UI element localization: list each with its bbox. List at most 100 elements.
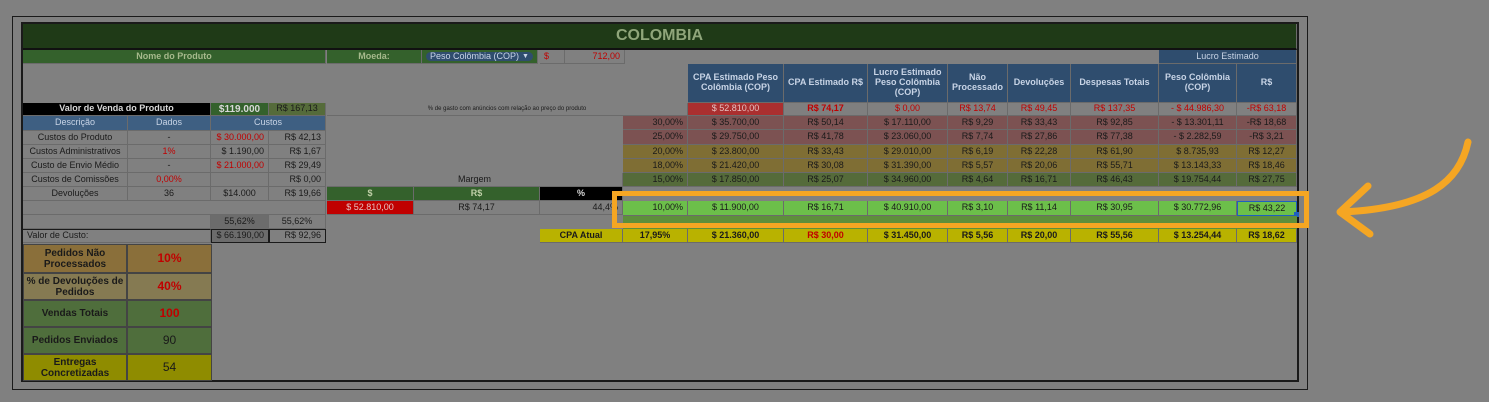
row-lucro: $ 23.060,00 [868,130,948,145]
venda-label: Valor de Venda do Produto [23,103,211,116]
row-desp: R$ 46,43 [1071,173,1159,187]
stat-value[interactable]: 40% [127,273,212,300]
row-desp: R$ 92,85 [1071,116,1159,130]
cost-desc: Devoluções [23,187,128,201]
cpa-atual-lucro: $ 31.450,00 [868,229,948,243]
row-cpa-cop: $ 23.800,00 [688,145,784,159]
row-dev: R$ 27,86 [1008,130,1071,145]
row-peso: - $ 2.282,59 [1159,130,1237,145]
margem-v2: R$ 74,17 [414,201,540,215]
cost-brl: R$ 19,66 [269,187,326,201]
costs-dados-header: Dados [128,116,211,131]
row-pct[interactable]: 15,00% [623,173,688,187]
cost-cop[interactable]: $14.000 [211,187,269,201]
cost-cop[interactable]: $ 21.000,00 [211,159,269,173]
cost-desc: Custo de Envio Médio [23,159,128,173]
margem-label: Margem [327,173,623,187]
row-rs: R$ 12,27 [1237,145,1297,159]
row-peso: $ 19.754,44 [1159,173,1237,187]
first-rs: -R$ 63,18 [1237,103,1297,116]
col-cpa-cop: CPA Estimado Peso Colômbia (COP) [688,64,784,103]
product-name-label: Nome do Produto [23,50,326,64]
row-nao: R$ 6,19 [948,145,1008,159]
currency-dropdown[interactable]: Peso Colômbia (COP) ▼ [422,50,538,64]
arrow-annotation-icon [1336,138,1472,238]
currency-value: Peso Colômbia (COP) [430,50,520,61]
row-rs: -R$ 3,21 [1237,130,1297,145]
stat-value[interactable]: 10% [127,244,212,273]
row-rs: -R$ 18,68 [1237,116,1297,130]
stat-value: 90 [127,327,212,354]
cost-cop[interactable] [211,173,269,187]
pct-b: 55,62% [269,215,326,229]
stat-value[interactable]: 100 [127,300,212,327]
cost-brl: R$ 42,13 [269,131,326,145]
row-pct[interactable]: 18,00% [623,159,688,173]
cpa-atual-rs: R$ 18,62 [1237,229,1297,243]
row-cpa-brl: R$ 33,43 [784,145,868,159]
row-cpa-cop: $ 29.750,00 [688,130,784,145]
row-cpa-cop: $ 17.850,00 [688,173,784,187]
cost-cop[interactable]: $ 1.190,00 [211,145,269,159]
venda-cop[interactable]: $119.000 [211,103,269,116]
row-pct[interactable]: 25,00% [623,130,688,145]
venda-note: % de gasto com anúncios com relação ao p… [327,103,688,116]
stat-label: Pedidos Não Processados [23,244,127,273]
col-nao-processado: Não Processado [948,64,1008,103]
row-desp: R$ 77,38 [1071,130,1159,145]
first-dev: R$ 49,45 [1008,103,1071,116]
cpa-atual-nao: R$ 5,56 [948,229,1008,243]
row-cpa-brl: R$ 25,07 [784,173,868,187]
blank-cell [23,201,326,215]
first-peso: - $ 44.986,30 [1159,103,1237,116]
stat-label: Vendas Totais [23,300,127,327]
cost-dados[interactable]: - [128,159,211,173]
col-devolucoes: Devoluções [1008,64,1071,103]
cost-desc: Custos Administrativos [23,145,128,159]
cost-dados[interactable]: 0,00% [128,173,211,187]
row-cpa-brl: R$ 50,14 [784,116,868,130]
margem-h3: % [540,187,623,201]
stat-label: % de Devoluções de Pedidos [23,273,127,300]
row-peso: $ 13.143,33 [1159,159,1237,173]
col-lucro-peso: Peso Colômbia (COP) [1159,64,1237,103]
row-peso: $ 8.735,93 [1159,145,1237,159]
row-nao: R$ 7,74 [948,130,1008,145]
costs-desc-header: Descrição [23,116,128,131]
venda-brl: R$ 167,13 [269,103,326,116]
row-cpa-brl: R$ 30,08 [784,159,868,173]
row-dev: R$ 16,71 [1008,173,1071,187]
price-value[interactable]: 712,00 [565,50,625,64]
row-nao: R$ 5,57 [948,159,1008,173]
cpa-atual-cop: $ 21.360,00 [688,229,784,243]
margem-v1: $ 52.810,00 [327,201,414,215]
first-cpa-brl: R$ 74,17 [784,103,868,116]
price-symbol: $ [540,50,565,64]
cost-dados[interactable]: 36 [128,187,211,201]
row-pct[interactable]: 20,00% [623,145,688,159]
blank-cell [23,215,211,229]
first-nao: R$ 13,74 [948,103,1008,116]
cost-dados[interactable]: 1% [128,145,211,159]
margem-v3: 44,4% [540,201,623,215]
cost-cop[interactable]: $ 30.000,00 [211,131,269,145]
first-lucro: $ 0,00 [868,103,948,116]
row-lucro: $ 29.010,00 [868,145,948,159]
cpa-atual-brl: R$ 30,00 [784,229,868,243]
currency-label: Moeda: [327,50,422,64]
cost-desc: Custos do Produto [23,131,128,145]
valor-custo-brl: R$ 92,96 [269,229,326,243]
valor-custo-label: Valor de Custo: [23,229,211,243]
costs-custos-header: Custos [211,116,326,131]
row-rs: R$ 27,75 [1237,173,1297,187]
margem-h2: R$ [414,187,540,201]
col-despesas: Despesas Totais [1071,64,1159,103]
cost-dados[interactable]: - [128,131,211,145]
cpa-atual-desp: R$ 55,56 [1071,229,1159,243]
valor-custo-cop: $ 66.190,00 [211,229,269,243]
row-lucro: $ 31.390,00 [868,159,948,173]
row-pct[interactable]: 30,00% [623,116,688,130]
row-nao: R$ 9,29 [948,116,1008,130]
cost-brl: R$ 29,49 [269,159,326,173]
row-dev: R$ 20,06 [1008,159,1071,173]
